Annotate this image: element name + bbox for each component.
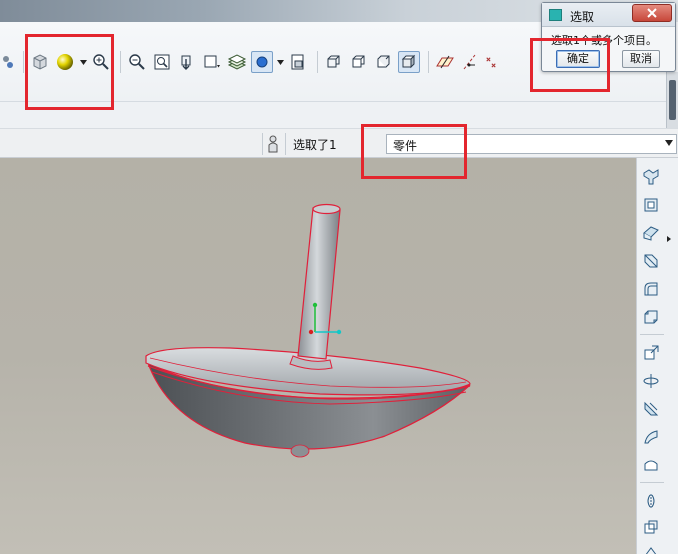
chevron-right-icon[interactable] (667, 231, 671, 245)
toolbar-separator (640, 482, 664, 483)
blend-icon[interactable] (640, 250, 662, 272)
toolbar-separator (23, 51, 24, 73)
extrude-icon[interactable] (640, 166, 662, 188)
hole-icon[interactable] (640, 342, 662, 364)
reorient-icon[interactable] (176, 51, 198, 73)
selection-count: 选取了1 (293, 138, 337, 152)
toolbar-separator (428, 51, 429, 73)
toolbar-scrollbar[interactable] (666, 72, 678, 128)
close-icon (647, 8, 657, 18)
mirror-icon[interactable] (640, 398, 662, 420)
toolbar-separator (120, 51, 121, 73)
chevron-down-icon (665, 140, 673, 146)
annotation-box-filter (361, 124, 467, 179)
datum-point-icon[interactable] (484, 51, 498, 73)
trim-icon[interactable] (640, 540, 662, 554)
cancel-button[interactable]: 取消 (622, 50, 660, 68)
display-style-icon[interactable] (251, 51, 273, 73)
selection-bar: 选取了1 零件 (0, 128, 678, 158)
shell-icon[interactable] (640, 454, 662, 476)
hidden-line-icon[interactable] (348, 51, 370, 73)
shaded-icon[interactable] (398, 51, 420, 73)
feature-toolbar (636, 158, 678, 554)
no-hidden-icon[interactable] (373, 51, 395, 73)
regen-icon[interactable] (0, 51, 16, 73)
chevron-down-icon[interactable] (276, 51, 284, 73)
draft-icon[interactable] (640, 426, 662, 448)
model-canvas[interactable] (0, 158, 636, 554)
separator (285, 133, 286, 155)
dialog-app-icon (549, 9, 562, 21)
dialog-title: 选取 (570, 10, 595, 24)
toolbar-separator (317, 51, 318, 73)
annotation-box-ok (530, 38, 610, 92)
layers-icon[interactable] (226, 51, 248, 73)
zoom-out-icon[interactable] (126, 51, 148, 73)
merge-icon[interactable] (640, 516, 662, 538)
separator (262, 133, 263, 155)
pattern-icon[interactable] (640, 370, 662, 392)
sweep-icon[interactable] (640, 222, 662, 244)
close-button[interactable] (632, 4, 672, 22)
wireframe-icon[interactable] (323, 51, 345, 73)
annotation-box-shading (25, 34, 114, 110)
rib-icon[interactable] (640, 490, 662, 512)
round-icon[interactable] (640, 278, 662, 300)
revolve-icon[interactable] (640, 194, 662, 216)
spin-center-icon[interactable] (287, 51, 309, 73)
spinning-top-model[interactable] (145, 203, 471, 458)
chamfer-icon[interactable] (640, 306, 662, 328)
selection-person-icon[interactable] (266, 134, 282, 154)
scrollbar-thumb[interactable] (669, 80, 676, 120)
dialog-title-bar: 选取 (542, 3, 675, 27)
refit-icon[interactable] (151, 51, 173, 73)
toolbar-separator (640, 334, 664, 335)
view-list-icon[interactable] (201, 51, 223, 73)
graphics-viewport[interactable] (0, 158, 636, 554)
datum-axis-icon[interactable] (459, 51, 481, 73)
datum-plane-icon[interactable] (434, 51, 456, 73)
